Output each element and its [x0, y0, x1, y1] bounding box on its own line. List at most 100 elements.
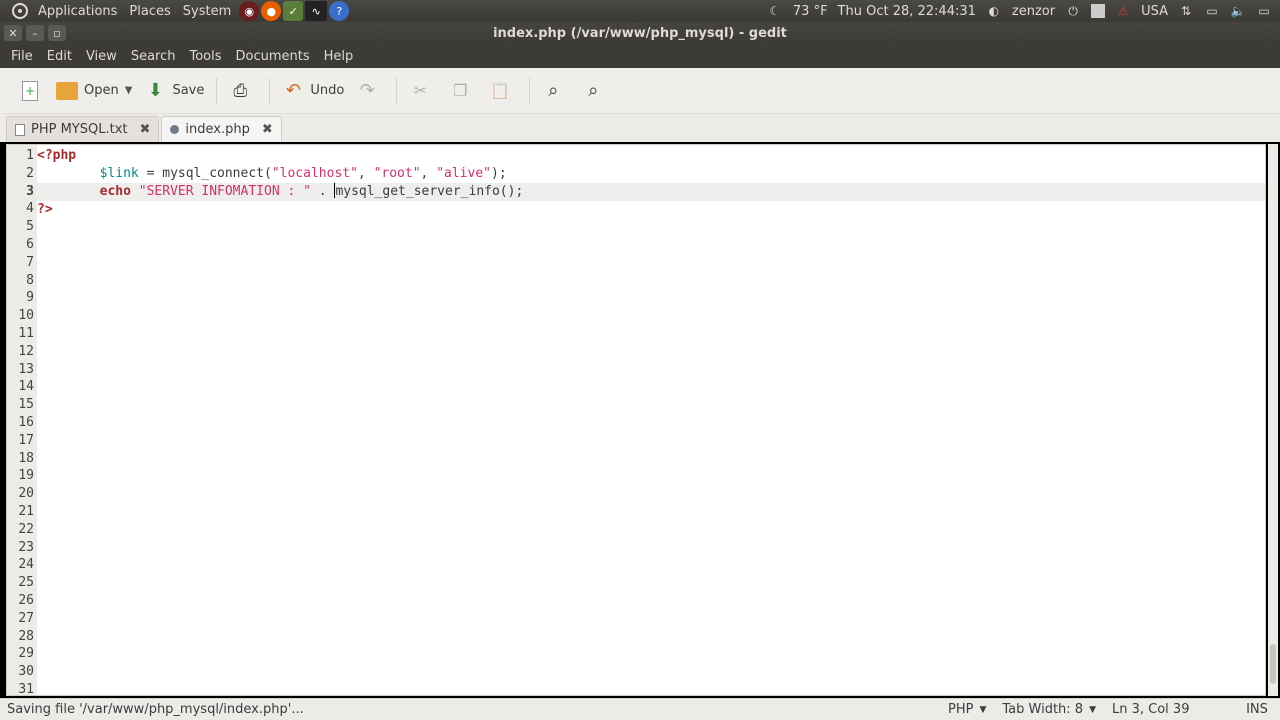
line-number: 23	[18, 539, 34, 555]
language-label: PHP	[947, 702, 974, 717]
user-status-icon: ◐	[988, 4, 1000, 18]
text-caret	[334, 183, 336, 198]
chevron-down-icon: ▼	[979, 704, 987, 715]
line-number: 17	[18, 432, 34, 448]
save-button[interactable]: ⬇ Save	[138, 75, 210, 107]
copy-button[interactable]: ❐	[443, 75, 483, 107]
clock[interactable]: Thu Oct 28, 22:44:31	[838, 4, 976, 19]
code-line[interactable]: <?php	[37, 147, 1265, 165]
scrollbar-thumb[interactable]	[1270, 644, 1276, 684]
line-number: 25	[18, 575, 34, 591]
line-number: 10	[18, 308, 34, 324]
toolbar: + Open ▼ ⬇ Save ⎙ ↶ Undo ↷ ✂ ❐ 📋 ⌕ ⌕	[0, 68, 1280, 114]
menu-file[interactable]: File	[4, 49, 40, 64]
window-titlebar[interactable]: ✕ – ▫ index.php (/var/www/php_mysql) - g…	[0, 22, 1280, 44]
line-number: 29	[18, 646, 34, 662]
line-number: 31	[18, 682, 34, 696]
line-number: 4	[26, 201, 34, 217]
status-message: Saving file '/var/www/php_mysql/index.ph…	[7, 702, 304, 717]
line-number: 2	[26, 165, 34, 181]
menu-view[interactable]: View	[79, 49, 124, 64]
save-label: Save	[172, 83, 205, 98]
session-icon[interactable]: ▭	[1256, 3, 1272, 19]
redo-icon: ↷	[359, 80, 375, 101]
code-line[interactable]: $link = mysql_connect("localhost", "root…	[37, 165, 1265, 183]
display-icon[interactable]: ▭	[1204, 3, 1220, 19]
help-launcher-icon[interactable]: ?	[329, 1, 350, 21]
line-number: 5	[26, 219, 34, 235]
search-icon: ⌕	[548, 80, 559, 101]
redo-button[interactable]: ↷	[350, 75, 390, 107]
language-selector[interactable]: PHP ▼	[940, 702, 994, 717]
line-number: 16	[18, 415, 34, 430]
notification-icon[interactable]: ⚠	[1115, 3, 1131, 19]
places-menu[interactable]: Places	[123, 4, 176, 19]
tab-index-php[interactable]: index.php ✖	[161, 116, 282, 142]
window-maximize-button[interactable]: ▫	[48, 25, 66, 41]
line-number: 15	[18, 397, 34, 413]
line-number: 28	[18, 628, 34, 644]
undo-button[interactable]: ↶ Undo	[276, 75, 350, 107]
print-icon: ⎙	[233, 80, 248, 101]
tab-width-label: Tab Width: 8	[1002, 702, 1084, 717]
open-dropdown-icon[interactable]: ▼	[125, 85, 133, 96]
firefox-launcher-icon[interactable]: ●	[261, 1, 282, 21]
mail-launcher-icon[interactable]: ✓	[283, 1, 304, 21]
network-icon[interactable]: ⇅	[1178, 3, 1194, 19]
folder-icon	[56, 81, 78, 100]
php-close-tag: ?>	[37, 202, 53, 217]
new-button[interactable]: +	[16, 75, 50, 107]
menu-tools[interactable]: Tools	[182, 49, 228, 64]
line-number: 27	[18, 610, 34, 626]
window-close-button[interactable]: ✕	[4, 25, 22, 41]
system-menu[interactable]: System	[177, 4, 237, 19]
vertical-scrollbar[interactable]	[1268, 144, 1278, 696]
workspace-switcher-icon[interactable]	[1091, 4, 1106, 18]
system-monitor-launcher-icon[interactable]: ∿	[305, 1, 328, 21]
copy-icon: ❐	[453, 81, 468, 100]
code-line-2-text: $link = mysql_connect("localhost", "root…	[99, 166, 507, 181]
open-button[interactable]: Open ▼	[50, 75, 138, 107]
applications-menu[interactable]: Applications	[32, 4, 123, 19]
line-number-gutter: 1 2 3 4 5 6 7 8 9 10 11 12 13 14 15 16 17 18 19 20 21 22 23 24 2…	[7, 145, 37, 695]
line-number: 19	[18, 468, 34, 484]
window-minimize-button[interactable]: –	[26, 25, 44, 41]
top-panel: Applications Places System ◉ ● ✓ ∿ ? ☾ 7…	[0, 0, 1280, 22]
current-code-line[interactable]: echo "SERVER INFOMATION : " . mysql_get_…	[37, 183, 1265, 201]
cursor-position-label: Ln 3, Col 39	[1112, 702, 1190, 717]
save-icon: ⬇	[147, 80, 163, 101]
keyboard-layout[interactable]: USA	[1141, 4, 1168, 19]
close-tab-icon[interactable]: ✖	[262, 122, 273, 137]
power-icon[interactable]: ⏻	[1065, 3, 1081, 19]
paste-button[interactable]: 📋	[483, 75, 523, 107]
statusbar: Saving file '/var/www/php_mysql/index.ph…	[0, 698, 1280, 720]
tab-label: index.php	[185, 122, 250, 137]
close-tab-icon[interactable]: ✖	[140, 122, 151, 137]
volume-icon[interactable]: 🔈	[1230, 3, 1246, 19]
new-document-icon: +	[22, 80, 38, 101]
user-name[interactable]: zenzor	[1012, 4, 1055, 19]
tab-width-selector[interactable]: Tab Width: 8 ▼	[994, 702, 1104, 717]
print-button[interactable]: ⎙	[223, 75, 263, 107]
find-replace-button[interactable]: ⌕	[576, 75, 616, 107]
php-file-icon	[170, 125, 180, 134]
window-title: index.php (/var/www/php_mysql) - gedit	[493, 25, 787, 41]
tab-php-mysql-txt[interactable]: PHP MYSQL.txt ✖	[6, 116, 160, 142]
scissors-icon: ✂	[413, 81, 428, 100]
weather-temperature[interactable]: 73 °F	[793, 4, 828, 19]
chevron-down-icon: ▼	[1089, 704, 1096, 715]
document-tabs: PHP MYSQL.txt ✖ index.php ✖	[0, 114, 1280, 142]
code-line[interactable]: ?>	[37, 201, 1265, 219]
cut-button[interactable]: ✂	[403, 75, 443, 107]
ubuntu-one-launcher-icon[interactable]: ◉	[239, 1, 260, 21]
menu-documents[interactable]: Documents	[229, 49, 317, 64]
code-editor[interactable]: 1 2 3 4 5 6 7 8 9 10 11 12 13 14 15 16 17 18 19 20 21 22 23 24 2…	[6, 144, 1266, 696]
find-button[interactable]: ⌕	[536, 75, 576, 107]
tab-label: PHP MYSQL.txt	[31, 122, 128, 137]
toolbar-separator	[216, 77, 218, 104]
ubuntu-logo-icon[interactable]	[12, 3, 28, 19]
menu-help[interactable]: Help	[317, 49, 361, 64]
insert-mode-label: INS	[1246, 702, 1268, 717]
menu-search[interactable]: Search	[124, 49, 183, 64]
menu-edit[interactable]: Edit	[40, 49, 79, 64]
